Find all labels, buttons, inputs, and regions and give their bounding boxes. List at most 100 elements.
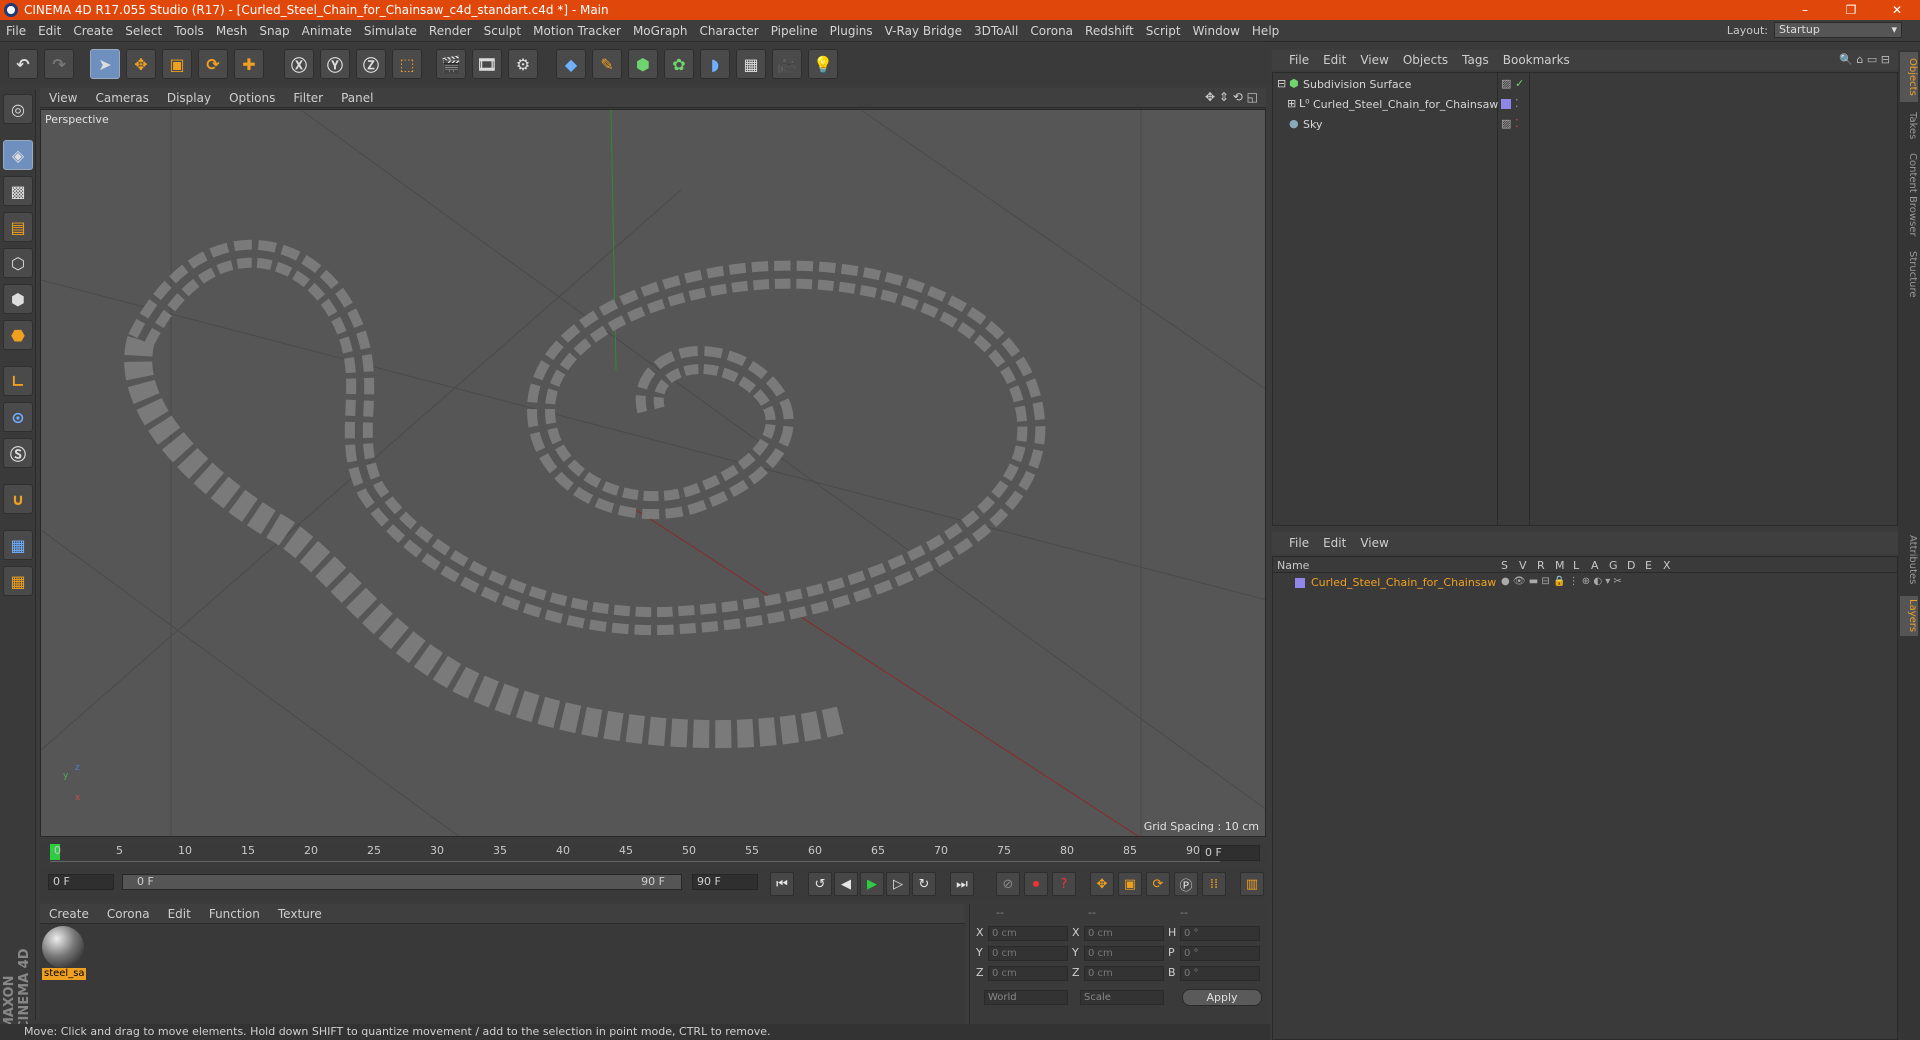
camera-icon[interactable]: 🎥 xyxy=(772,49,802,79)
tab-attributes[interactable]: Attributes xyxy=(1900,530,1918,590)
vp-menu-options[interactable]: Options xyxy=(220,91,284,105)
menu-character[interactable]: Character xyxy=(693,24,764,38)
menu-corona[interactable]: Corona xyxy=(1024,24,1079,38)
cloner-icon[interactable]: ✿ xyxy=(664,49,694,79)
om-menu-file[interactable]: File xyxy=(1282,53,1316,67)
tweak-mode-icon[interactable]: ⊙ xyxy=(3,402,33,432)
make-editable-icon[interactable]: ◎ xyxy=(3,94,33,124)
layer-flag-icons[interactable]: ● 👁 ▬ ⊟ 🔒 ⋮ ⊕ ◐ ▾ ✂ xyxy=(1501,576,1622,587)
object-row-chain[interactable]: ⊞ L⁰ Curled_Steel_Chain_for_Chainsaw ⁚ xyxy=(1273,95,1899,115)
lock-workplane-icon[interactable]: ▦ xyxy=(3,530,33,560)
pos-y-field[interactable]: 0 cm xyxy=(988,946,1068,961)
edges-mode-icon[interactable]: ⬢ xyxy=(3,284,33,314)
scale-tool-icon[interactable]: ▣ xyxy=(162,49,192,79)
select-tool-icon[interactable]: ➤ xyxy=(90,49,120,79)
menu-3dtoall[interactable]: 3DToAll xyxy=(968,24,1024,38)
viewport[interactable]: y z x Perspective Grid Spacing : 10 cm xyxy=(40,109,1266,837)
expand-icon[interactable]: ⊞ xyxy=(1287,97,1296,110)
menu-mograph[interactable]: MoGraph xyxy=(627,24,694,38)
collapse-icon[interactable]: ⊟ xyxy=(1277,77,1286,90)
spline-pen-icon[interactable]: ✎ xyxy=(592,49,622,79)
menu-snap[interactable]: Snap xyxy=(253,24,295,38)
play-icon[interactable]: ▶ xyxy=(860,872,884,896)
key-position-icon[interactable]: ✥ xyxy=(1090,872,1114,896)
pos-z-field[interactable]: 0 cm xyxy=(988,966,1068,981)
close-button[interactable]: ✕ xyxy=(1874,0,1920,20)
menu-redshift[interactable]: Redshift xyxy=(1079,24,1140,38)
mat-menu-texture[interactable]: Texture xyxy=(269,907,331,921)
magnet-icon[interactable]: ∪ xyxy=(3,484,33,514)
vp-menu-cameras[interactable]: Cameras xyxy=(86,91,157,105)
menu-animate[interactable]: Animate xyxy=(296,24,358,38)
lm-menu-file[interactable]: File xyxy=(1282,536,1316,550)
size-y-field[interactable]: 0 cm xyxy=(1084,946,1164,961)
rotate-tool-icon[interactable]: ⟳ xyxy=(198,49,228,79)
layout-dropdown[interactable]: Startup xyxy=(1774,22,1902,38)
model-mode-icon[interactable]: ◈ xyxy=(3,140,33,170)
menu-tools[interactable]: Tools xyxy=(168,24,210,38)
viewport-nav-icons[interactable]: ✥ ⇕ ⟲ ◱ xyxy=(1205,90,1258,104)
material-swatch[interactable]: steel_sa xyxy=(42,926,86,980)
key-rotation-icon[interactable]: ⟳ xyxy=(1146,872,1170,896)
menu-plugins[interactable]: Plugins xyxy=(824,24,879,38)
object-row-sky[interactable]: ● Sky ▨ ⁚ xyxy=(1273,115,1899,135)
apply-button[interactable]: Apply xyxy=(1182,989,1262,1006)
minimize-button[interactable]: – xyxy=(1782,0,1828,20)
menu-render[interactable]: Render xyxy=(423,24,478,38)
tab-structure[interactable]: Structure xyxy=(1900,244,1918,304)
vp-menu-panel[interactable]: Panel xyxy=(332,91,382,105)
key-scale-icon[interactable]: ▣ xyxy=(1118,872,1142,896)
om-menu-edit[interactable]: Edit xyxy=(1316,53,1353,67)
planar-workplane-icon[interactable]: ▦ xyxy=(3,566,33,596)
scale-dropdown[interactable]: Scale xyxy=(1080,990,1164,1005)
tab-objects[interactable]: Objects xyxy=(1900,52,1918,102)
pos-x-field[interactable]: 0 cm xyxy=(988,926,1068,941)
tab-takes[interactable]: Takes xyxy=(1900,106,1918,146)
mat-menu-function[interactable]: Function xyxy=(200,907,269,921)
current-frame-field[interactable]: 0 F xyxy=(1200,845,1260,861)
y-axis-lock-icon[interactable]: Ⓨ xyxy=(320,49,350,79)
autokey-icon[interactable]: ⏺ xyxy=(1024,872,1048,896)
floor-icon[interactable]: ▦ xyxy=(736,49,766,79)
menu-file[interactable]: File xyxy=(0,24,32,38)
visibility-dots-icon[interactable]: ⁚ xyxy=(1515,117,1519,130)
cube-primitive-icon[interactable]: ◆ xyxy=(556,49,586,79)
go-to-start-icon[interactable]: ⏮ xyxy=(770,872,794,896)
rot-p-field[interactable]: 0 ° xyxy=(1180,946,1260,961)
render-view-icon[interactable]: 🎬 xyxy=(436,49,466,79)
restore-button[interactable]: ❐ xyxy=(1828,0,1874,20)
menu-create[interactable]: Create xyxy=(67,24,119,38)
polygons-mode-icon[interactable]: ⬣ xyxy=(3,320,33,350)
menu-select[interactable]: Select xyxy=(119,24,168,38)
deformer-icon[interactable]: ◗ xyxy=(700,49,730,79)
menu-vray-bridge[interactable]: V-Ray Bridge xyxy=(879,24,968,38)
coordinate-system-icon[interactable]: ⬚ xyxy=(392,49,422,79)
previous-frame-icon[interactable]: ◀ xyxy=(834,872,858,896)
key-parameter-icon[interactable]: Ⓟ xyxy=(1174,872,1198,896)
vp-menu-filter[interactable]: Filter xyxy=(284,91,332,105)
light-icon[interactable]: 💡 xyxy=(808,49,838,79)
menu-motion-tracker[interactable]: Motion Tracker xyxy=(527,24,627,38)
subdivision-surface-icon[interactable]: ⬢ xyxy=(628,49,658,79)
enabled-check-icon[interactable]: ✓ xyxy=(1515,77,1524,90)
world-dropdown[interactable]: World xyxy=(984,990,1068,1005)
menu-mesh[interactable]: Mesh xyxy=(210,24,254,38)
om-menu-tags[interactable]: Tags xyxy=(1455,53,1496,67)
x-axis-lock-icon[interactable]: Ⓧ xyxy=(284,49,314,79)
frame-range-slider[interactable]: 0 F 90 F xyxy=(122,874,682,890)
rot-h-field[interactable]: 0 ° xyxy=(1180,926,1260,941)
move-tool-icon[interactable]: ✥ xyxy=(126,49,156,79)
menu-edit[interactable]: Edit xyxy=(32,24,67,38)
render-settings-icon[interactable]: ⚙ xyxy=(508,49,538,79)
menu-simulate[interactable]: Simulate xyxy=(358,24,423,38)
object-row-subdivision[interactable]: ⊟ ⬢ Subdivision Surface ▨ ✓ xyxy=(1273,75,1899,95)
texture-mode-icon[interactable]: ▩ xyxy=(3,176,33,206)
previous-key-icon[interactable]: ↺ xyxy=(808,872,832,896)
axis-mode-icon[interactable]: ∟ xyxy=(3,366,33,396)
layer-color-icon[interactable] xyxy=(1295,578,1305,588)
go-to-end-icon[interactable]: ⏭ xyxy=(950,872,974,896)
size-x-field[interactable]: 0 cm xyxy=(1084,926,1164,941)
menu-sculpt[interactable]: Sculpt xyxy=(478,24,527,38)
menu-script[interactable]: Script xyxy=(1140,24,1187,38)
om-menu-objects[interactable]: Objects xyxy=(1396,53,1455,67)
